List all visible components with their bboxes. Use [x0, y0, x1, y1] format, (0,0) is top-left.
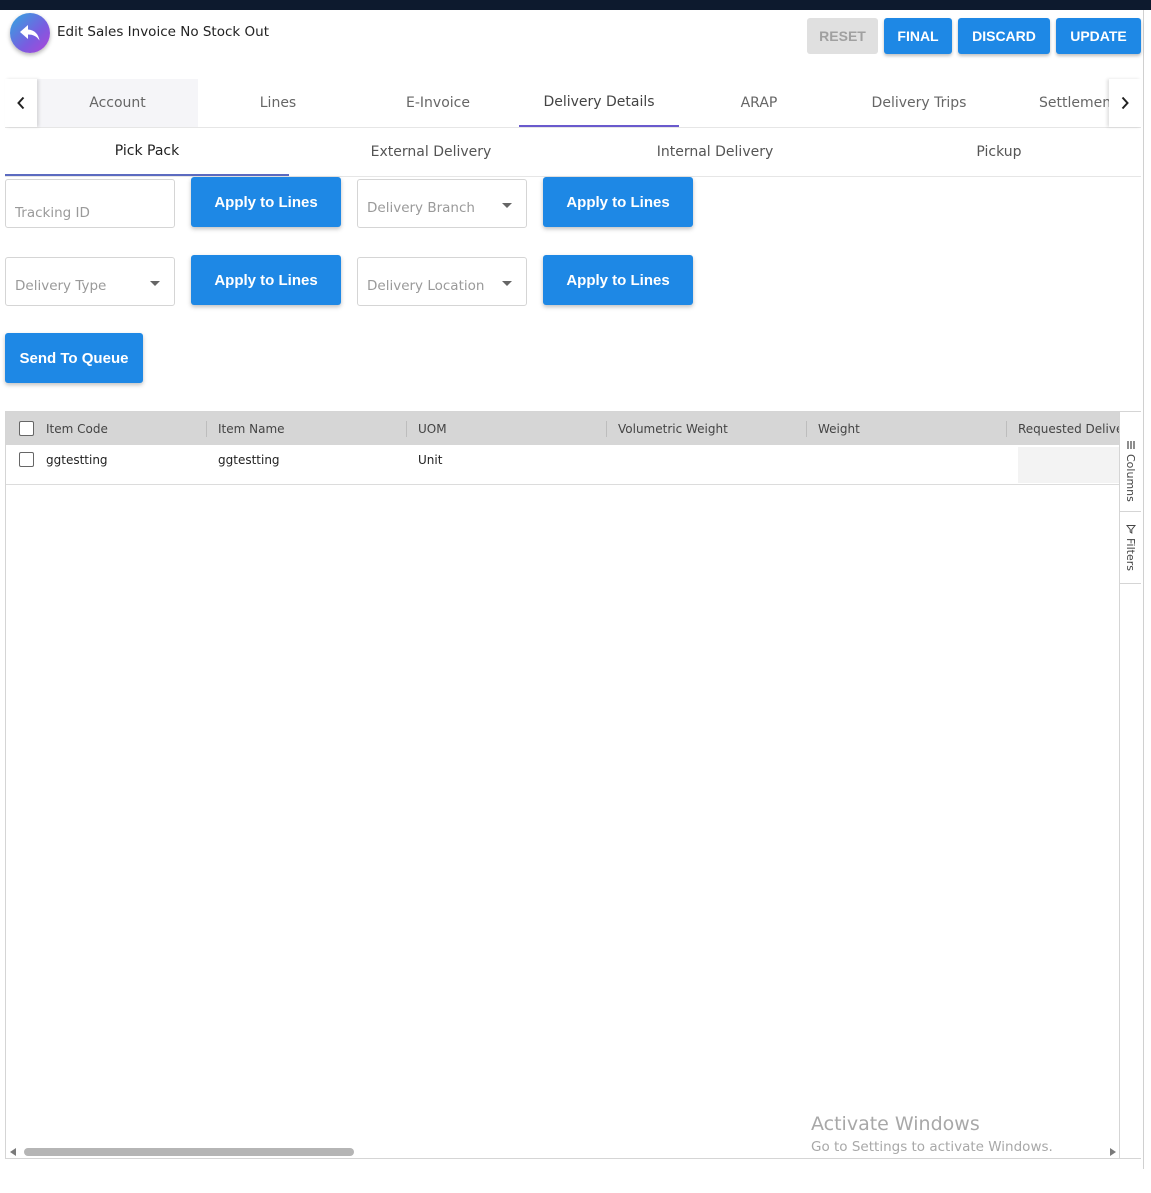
page-title: Edit Sales Invoice No Stock Out [57, 24, 269, 40]
column-header-item-code[interactable]: Item Code [46, 412, 206, 445]
activation-watermark: Activate Windows Go to Settings to activ… [811, 1113, 1053, 1155]
scrollbar-thumb[interactable] [24, 1148, 354, 1156]
cell-uom: Unit [418, 453, 443, 467]
reset-button[interactable]: RESET [807, 18, 878, 54]
column-header-item-name[interactable]: Item Name [218, 412, 406, 445]
column-resize-handle[interactable] [1006, 421, 1007, 437]
tab-account[interactable]: Account [37, 79, 198, 127]
subtab-pickup[interactable]: Pickup [857, 128, 1141, 176]
tab-lines[interactable]: Lines [198, 79, 358, 127]
discard-button[interactable]: DISCARD [958, 18, 1050, 54]
columns-panel-label: Columns [1124, 454, 1137, 502]
main-tab-bar: Account Lines E-Invoice Delivery Details… [5, 79, 1141, 128]
delivery-branch-select[interactable]: Delivery Branch [357, 179, 527, 228]
filter-icon [1125, 525, 1136, 534]
cell-requested-delivery[interactable] [1018, 447, 1120, 483]
tab-scroll-right[interactable] [1109, 79, 1141, 127]
delivery-type-placeholder: Delivery Type [15, 278, 107, 294]
select-all-checkbox[interactable] [19, 421, 34, 436]
tab-e-invoice[interactable]: E-Invoice [358, 79, 518, 127]
column-resize-handle[interactable] [206, 421, 207, 437]
grid-header: Item Code Item Name UOM Volumetric Weigh… [6, 412, 1120, 445]
subtab-internal-delivery[interactable]: Internal Delivery [573, 128, 857, 176]
scroll-left-arrow-icon[interactable] [10, 1148, 16, 1156]
tab-delivery-details[interactable]: Delivery Details [519, 79, 679, 127]
update-button[interactable]: UPDATE [1056, 18, 1141, 54]
back-button[interactable] [10, 13, 50, 53]
tab-settlement[interactable]: Settlemen [1039, 79, 1109, 127]
final-button[interactable]: FINAL [884, 18, 952, 54]
columns-icon [1126, 441, 1135, 449]
delivery-branch-placeholder: Delivery Branch [367, 200, 475, 216]
apply-tracking-id-button[interactable]: Apply to Lines [191, 177, 341, 227]
delivery-type-select[interactable]: Delivery Type [5, 257, 175, 306]
apply-delivery-location-button[interactable]: Apply to Lines [543, 255, 693, 305]
cell-item-name: ggtestting [218, 453, 280, 467]
tab-scroll-left[interactable] [5, 79, 37, 127]
delivery-location-select[interactable]: Delivery Location [357, 257, 527, 306]
dropdown-caret-icon [502, 281, 512, 286]
sub-tab-bar: Pick Pack External Delivery Internal Del… [5, 128, 1141, 177]
filters-panel-tab[interactable]: Filters [1120, 512, 1141, 584]
column-header-weight[interactable]: Weight [818, 412, 1006, 445]
tab-delivery-trips[interactable]: Delivery Trips [839, 79, 999, 127]
column-resize-handle[interactable] [806, 421, 807, 437]
dropdown-caret-icon [502, 203, 512, 208]
column-header-volumetric-weight[interactable]: Volumetric Weight [618, 412, 806, 445]
watermark-title: Activate Windows [811, 1113, 980, 1135]
watermark-subtitle: Go to Settings to activate Windows. [811, 1139, 1053, 1155]
subtab-external-delivery[interactable]: External Delivery [289, 128, 573, 176]
column-header-requested-delivery[interactable]: Requested Delivery [1018, 412, 1120, 445]
table-row[interactable]: ggtestting ggtestting Unit [6, 445, 1120, 485]
scroll-right-arrow-icon[interactable] [1110, 1148, 1116, 1156]
filters-panel-label: Filters [1124, 538, 1137, 571]
subtab-pick-pack[interactable]: Pick Pack [5, 128, 289, 176]
back-arrow-icon [20, 25, 40, 41]
chevron-right-icon [1121, 96, 1129, 110]
tracking-id-field [5, 179, 175, 228]
window-top-bar [0, 0, 1151, 10]
tab-arap[interactable]: ARAP [679, 79, 839, 127]
row-checkbox[interactable] [19, 452, 34, 467]
apply-delivery-type-button[interactable]: Apply to Lines [191, 255, 341, 305]
chevron-left-icon [17, 96, 25, 110]
grid-side-panel: Columns Filters [1119, 412, 1141, 1158]
cell-item-code: ggtestting [46, 453, 108, 467]
column-resize-handle[interactable] [606, 421, 607, 437]
items-grid: Item Code Item Name UOM Volumetric Weigh… [5, 411, 1141, 1159]
columns-panel-tab[interactable]: Columns [1120, 434, 1141, 512]
dropdown-caret-icon [150, 281, 160, 286]
send-to-queue-button[interactable]: Send To Queue [5, 333, 143, 383]
apply-delivery-branch-button[interactable]: Apply to Lines [543, 177, 693, 227]
column-resize-handle[interactable] [406, 421, 407, 437]
tracking-id-input[interactable] [6, 180, 174, 227]
delivery-location-placeholder: Delivery Location [367, 278, 485, 294]
column-header-uom[interactable]: UOM [418, 412, 606, 445]
